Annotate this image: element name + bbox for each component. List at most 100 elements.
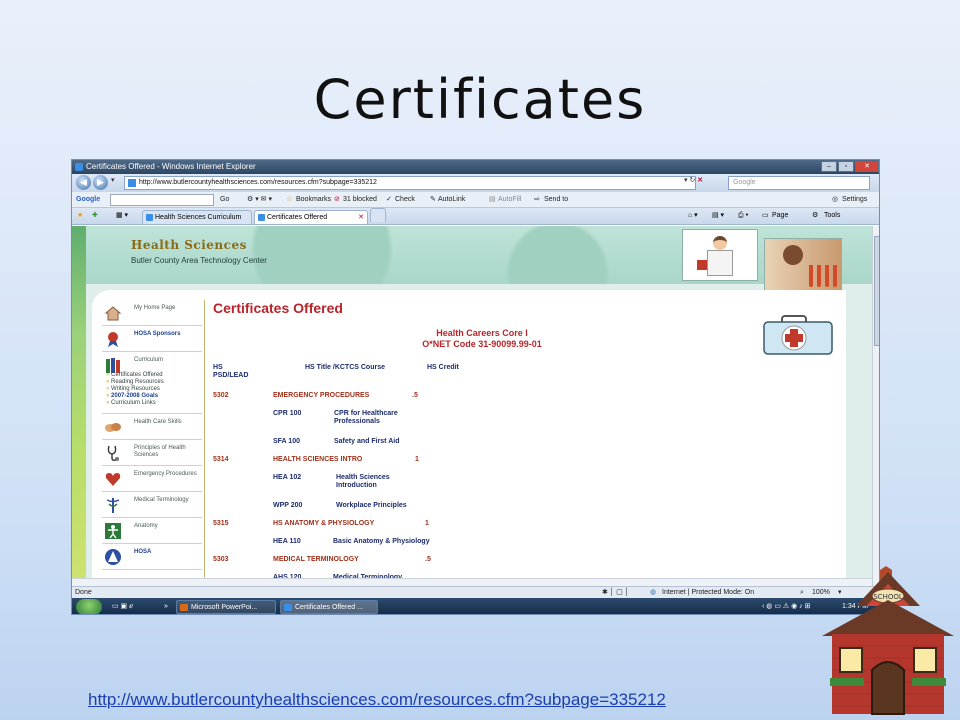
horizontal-scrollbar[interactable] bbox=[72, 578, 872, 586]
menu-item-health-care-skills[interactable]: Health Care Skills bbox=[102, 414, 202, 440]
svg-text:SCHOOL: SCHOOL bbox=[873, 593, 903, 601]
status-icons: ✱ │ ▢ │ bbox=[602, 589, 630, 596]
search-input[interactable]: Google bbox=[728, 176, 870, 190]
ie-icon bbox=[284, 604, 292, 611]
favorites-star-icon[interactable]: ★ bbox=[77, 208, 83, 224]
refresh-icon[interactable]: ↻ bbox=[689, 177, 695, 184]
settings-button[interactable]: Settings bbox=[842, 192, 867, 207]
course-credit: 1 bbox=[425, 520, 429, 527]
table-header-title: HS Title /KCTCS Course bbox=[305, 364, 385, 371]
minimize-button[interactable]: – bbox=[821, 161, 837, 172]
ribbon-icon bbox=[108, 332, 118, 347]
quick-launch-icons[interactable]: ▭ ▣ ℯ bbox=[112, 598, 133, 614]
google-logo: Google bbox=[76, 196, 101, 203]
zoom-icon: ⌕ bbox=[800, 589, 804, 596]
course-code: 5315 bbox=[213, 520, 229, 527]
toolbar-icons[interactable]: ⚙ ▾ ✉ ▾ bbox=[247, 192, 272, 207]
start-button[interactable] bbox=[76, 599, 102, 614]
sendto-button[interactable]: Send to bbox=[544, 192, 568, 207]
menu-item-hosa-sponsors[interactable]: HOSA Sponsors bbox=[102, 326, 202, 352]
address-input[interactable]: http://www.butlercountyhealthsciences.co… bbox=[124, 176, 696, 190]
spellcheck-icon: ✓ bbox=[386, 196, 392, 203]
autolink-button[interactable]: AutoLink bbox=[438, 192, 465, 207]
page-title: Certificates Offered bbox=[213, 300, 343, 316]
sub-course-title: Workplace Principles bbox=[336, 502, 407, 509]
ie-tab-icon bbox=[258, 214, 265, 221]
close-button[interactable]: ✕ bbox=[855, 161, 879, 172]
task-ie[interactable]: Certificates Offered ... bbox=[280, 600, 378, 614]
tools-menu[interactable]: Tools bbox=[824, 208, 840, 224]
menu-item-home[interactable]: My Home Page bbox=[102, 300, 202, 326]
green-sidebar-stripe bbox=[72, 226, 86, 586]
bookmarks-button[interactable]: Bookmarks bbox=[296, 192, 331, 207]
back-arrow-icon[interactable]: ◀ bbox=[76, 175, 91, 190]
forward-arrow-icon[interactable]: ▶ bbox=[93, 175, 108, 190]
status-bar: Done ✱ │ ▢ │ ◍ Internet | Protected Mode… bbox=[72, 586, 879, 598]
print-icon[interactable]: ⎙ ▾ bbox=[738, 208, 749, 224]
tab-health-sciences-curriculum[interactable]: Health Sciences Curriculum bbox=[142, 210, 252, 224]
google-search-input[interactable] bbox=[110, 194, 214, 206]
submenu-curriculum-links[interactable]: » Curriculum Links bbox=[106, 400, 156, 407]
powerpoint-icon bbox=[180, 604, 188, 611]
submenu-goals[interactable]: » 2007-2008 Goals bbox=[106, 393, 158, 400]
add-favorites-icon[interactable]: ✚ bbox=[92, 208, 98, 224]
page-menu[interactable]: Page bbox=[772, 208, 788, 224]
submenu-certificates-offered[interactable]: » Certificates Offered bbox=[106, 372, 163, 379]
star-icon[interactable]: ☆ bbox=[286, 192, 292, 207]
go-button[interactable]: Go bbox=[220, 192, 229, 207]
home-icon bbox=[104, 306, 122, 321]
system-tray-icons[interactable]: ‹ ◍ ▭ ⚠ ◉ ♪ ⊞ bbox=[762, 598, 810, 614]
quick-launch-more-icon[interactable]: » bbox=[164, 598, 168, 614]
site-logo[interactable]: Health Sciences bbox=[131, 238, 247, 252]
windows-taskbar: ▭ ▣ ℯ » Microsoft PowerPoi... Certificat… bbox=[72, 598, 879, 614]
menu-item-medical-terminology[interactable]: Medical Terminology bbox=[102, 492, 202, 518]
table-header-psd: HS PSD/LEAD bbox=[213, 364, 249, 379]
stop-icon[interactable]: ✕ bbox=[697, 177, 703, 184]
new-tab-button[interactable] bbox=[370, 208, 386, 222]
google-toolbar: Google Go ⚙ ▾ ✉ ▾ ☆ Bookmarks ⊘ 31 block… bbox=[72, 192, 879, 208]
school-house-image: SCHOOL bbox=[822, 566, 954, 715]
autofill-button[interactable]: AutoFill bbox=[498, 192, 521, 207]
page-icon bbox=[128, 179, 136, 187]
tab-certificates-offered[interactable]: Certificates Offered ✕ bbox=[254, 210, 368, 224]
submenu-writing-resources[interactable]: » Writing Resources bbox=[106, 386, 160, 393]
site-subtitle: Butler County Area Technology Center bbox=[131, 256, 267, 265]
table-header-credit: HS Credit bbox=[427, 364, 459, 371]
feeds-icon[interactable]: ▤ ▾ bbox=[712, 208, 724, 224]
address-dropdown-icon[interactable]: ▾ bbox=[684, 177, 688, 184]
window-controls: – ▫ ✕ bbox=[821, 161, 879, 172]
course-credit: .5 bbox=[425, 556, 431, 563]
browser-screenshot: Certificates Offered - Windows Internet … bbox=[71, 159, 880, 615]
vertical-scrollbar[interactable] bbox=[872, 226, 879, 586]
tools-icon: ⚙ bbox=[812, 212, 819, 219]
sub-course-code: SFA 100 bbox=[273, 438, 300, 445]
menu-item-hosa[interactable]: HOSA bbox=[102, 544, 202, 570]
security-zone: Internet | Protected Mode: On bbox=[662, 589, 755, 596]
course-title: HS ANATOMY & PHYSIOLOGY bbox=[273, 520, 375, 527]
course-credit: .5 bbox=[412, 392, 418, 399]
menu-item-principles[interactable]: Principles of Health Sciences bbox=[102, 440, 202, 466]
menu-item-anatomy[interactable]: Anatomy bbox=[102, 518, 202, 544]
scroll-thumb[interactable] bbox=[874, 236, 879, 346]
site-banner: Health Sciences Butler County Area Techn… bbox=[86, 226, 872, 292]
caduceus-icon bbox=[106, 498, 120, 513]
task-powerpoint[interactable]: Microsoft PowerPoi... bbox=[176, 600, 276, 614]
settings-icon: ◎ bbox=[832, 196, 839, 203]
home-icon[interactable]: ⌂ ▾ bbox=[688, 208, 698, 224]
close-tab-icon[interactable]: ✕ bbox=[358, 211, 364, 224]
blocked-count[interactable]: 31 blocked bbox=[343, 192, 377, 207]
lab-technician-image bbox=[764, 238, 842, 292]
history-dropdown-icon[interactable]: ▾ bbox=[111, 176, 115, 184]
slide-url-link[interactable]: http://www.butlercountyhealthsciences.co… bbox=[88, 690, 666, 710]
window-title-bar: Certificates Offered - Windows Internet … bbox=[72, 160, 879, 174]
sub-course-title: Basic Anatomy & Physiology bbox=[333, 538, 430, 545]
quick-tabs-icon[interactable]: ▦ ▾ bbox=[116, 208, 128, 224]
popup-blocker-icon: ⊘ bbox=[334, 196, 340, 203]
submenu-reading-resources[interactable]: » Reading Resources bbox=[106, 379, 164, 386]
menu-item-curriculum[interactable]: Curriculum » Certificates Offered » Read… bbox=[102, 352, 202, 414]
page-menu-icon: ▭ bbox=[762, 212, 769, 219]
menu-item-emergency-procedures[interactable]: Emergency Procedures bbox=[102, 466, 202, 492]
check-button[interactable]: Check bbox=[395, 192, 415, 207]
first-aid-kit-image bbox=[763, 315, 833, 355]
maximize-button[interactable]: ▫ bbox=[838, 161, 854, 172]
